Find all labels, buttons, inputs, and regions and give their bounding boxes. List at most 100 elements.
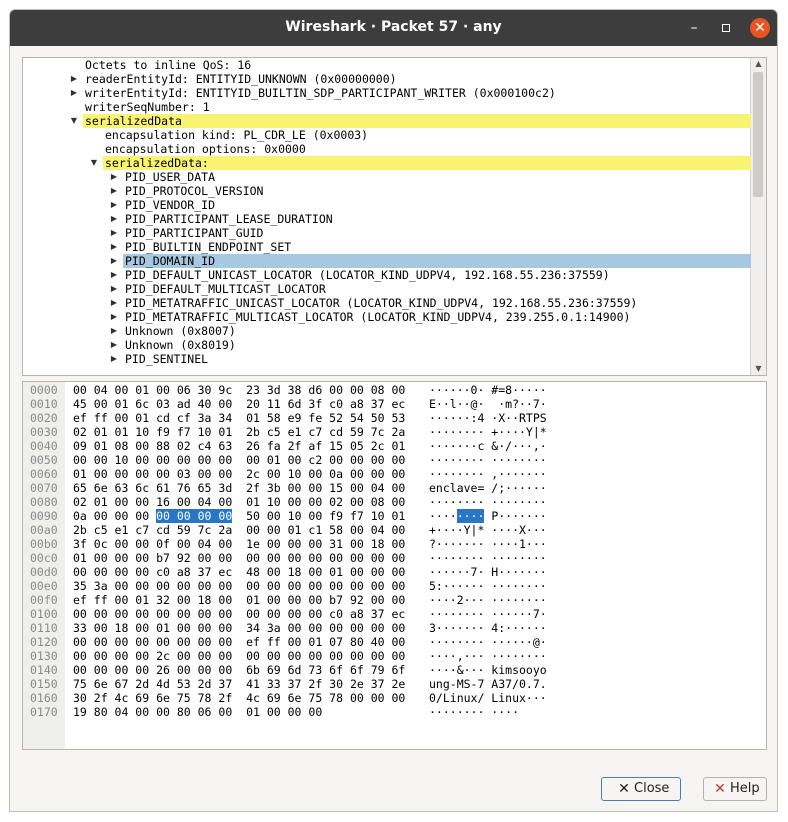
tree-row[interactable]: ▼ serializedData: [23, 156, 751, 170]
ascii-text[interactable]: ····&··· kimsooyo [429, 663, 547, 677]
hex-row[interactable]: 00e0 35 3a 00 00 00 00 00 00 00 00 00 00 … [23, 579, 743, 593]
help-button[interactable]: ✕ Help [703, 777, 767, 801]
tree-row[interactable]: ▶ writerEntityId: ENTITYID_BUILTIN_SDP_PA… [23, 86, 751, 100]
tree-row[interactable]: encapsulation kind: PL_CDR_LE (0x0003) [23, 128, 751, 142]
tree-row[interactable]: ▶ PID_PARTICIPANT_LEASE_DURATION [23, 212, 751, 226]
collapse-arrow-icon[interactable]: ▶ [109, 324, 119, 338]
collapse-arrow-icon[interactable]: ▶ [109, 352, 119, 366]
scroll-down-icon[interactable]: ▼ [751, 363, 766, 375]
tree-row[interactable]: ▶ PID_DOMAIN_ID [23, 254, 751, 268]
minimize-button[interactable]: – [684, 18, 704, 38]
tree-row[interactable]: encapsulation options: 0x0000 [23, 142, 751, 156]
tree-row[interactable]: ▶ readerEntityId: ENTITYID_UNKNOWN (0x000… [23, 72, 751, 86]
hex-row[interactable]: 00f0 ef ff 00 01 32 00 18 00 01 00 00 00 … [23, 593, 743, 607]
title-bar[interactable]: Wireshark · Packet 57 · any – ✕ [10, 10, 777, 46]
scroll-up-icon[interactable]: ▲ [751, 58, 766, 70]
hex-row[interactable]: 0010 45 00 01 6c 03 ad 40 00 20 11 6d 3f … [23, 397, 743, 411]
hex-bytes[interactable]: 2b c5 e1 c7 cd 59 7c 2a 00 00 01 c1 58 0… [73, 523, 405, 537]
hex-bytes[interactable]: 30 2f 4c 69 6e 75 78 2f 4c 69 6e 75 78 0… [73, 691, 405, 705]
hex-bytes[interactable]: 02 01 01 10 f9 f7 10 01 2b c5 e1 c7 cd 5… [73, 425, 405, 439]
collapse-arrow-icon[interactable]: ▶ [109, 226, 119, 240]
tree-scrollbar[interactable]: ▲ ▼ [750, 58, 766, 375]
tree-row[interactable]: ▶ PID_METATRAFFIC_MULTICAST_LOCATOR (LOCA… [23, 310, 751, 324]
hex-row[interactable]: 0120 00 00 00 00 00 00 00 00 ef ff 00 01 … [23, 635, 743, 649]
tree-row[interactable]: Octets to inline QoS: 16 [23, 58, 751, 72]
hex-bytes[interactable]: 45 00 01 6c 03 ad 40 00 20 11 6d 3f c0 a… [73, 397, 405, 411]
ascii-text[interactable]: ········ ······7· [429, 607, 547, 621]
collapse-arrow-icon[interactable]: ▶ [109, 268, 119, 282]
ascii-text[interactable]: ·······c &·/···,· [429, 439, 547, 453]
hex-bytes[interactable]: 00 00 00 00 00 00 00 00 00 00 00 00 c0 a… [73, 607, 405, 621]
hex-bytes[interactable]: 33 00 18 00 01 00 00 00 34 3a 00 00 00 0… [73, 621, 405, 635]
hex-row[interactable]: 0040 09 01 08 00 88 02 c4 63 26 fa 2f af … [23, 439, 743, 453]
hex-bytes[interactable]: 00 00 00 00 c0 a8 37 ec 48 00 18 00 01 0… [73, 565, 405, 579]
ascii-text[interactable]: +····Y|* ····X··· [429, 523, 547, 537]
collapse-arrow-icon[interactable]: ▶ [109, 310, 119, 324]
tree-row[interactable]: ▶ PID_BUILTIN_ENDPOINT_SET [23, 240, 751, 254]
hex-bytes[interactable]: 19 80 04 00 00 80 06 00 01 00 00 00 [73, 705, 322, 719]
tree-row[interactable]: ▶ PID_SENTINEL [23, 352, 751, 366]
hex-bytes[interactable]: 0a 00 00 00 00 00 00 00 50 00 10 00 f9 f… [73, 509, 405, 523]
hex-row[interactable]: 0090 0a 00 00 00 00 00 00 00 50 00 10 00 … [23, 509, 743, 523]
hex-bytes[interactable]: 09 01 08 00 88 02 c4 63 26 fa 2f af 15 0… [73, 439, 405, 453]
tree-row[interactable]: ▶ PID_PARTICIPANT_GUID [23, 226, 751, 240]
ascii-text[interactable]: ······:4 ·X··RTPS [429, 411, 547, 425]
ascii-text[interactable]: ········ P······· [429, 509, 547, 523]
hex-row[interactable]: 0100 00 00 00 00 00 00 00 00 00 00 00 00 … [23, 607, 743, 621]
tree-row[interactable]: ▼ serializedData [23, 114, 751, 128]
tree-row[interactable]: ▶ PID_PROTOCOL_VERSION [23, 184, 751, 198]
maximize-button[interactable] [716, 18, 736, 38]
ascii-text[interactable]: ····2··· ········ [429, 593, 547, 607]
ascii-text[interactable]: ········ ········ [429, 551, 547, 565]
ascii-text[interactable]: ······7· H······· [429, 565, 547, 579]
collapse-arrow-icon[interactable]: ▶ [69, 86, 79, 100]
close-button[interactable]: ✕ Close [601, 777, 681, 801]
hex-bytes[interactable]: 00 04 00 01 00 06 30 9c 23 3d 38 d6 00 0… [73, 383, 405, 397]
collapse-arrow-icon[interactable]: ▶ [109, 254, 119, 268]
hex-bytes[interactable]: 75 6e 67 2d 4d 53 2d 37 41 33 37 2f 30 2… [73, 677, 405, 691]
hex-row[interactable]: 0160 30 2f 4c 69 6e 75 78 2f 4c 69 6e 75 … [23, 691, 743, 705]
hex-row[interactable]: 0050 00 00 10 00 00 00 00 00 00 01 00 c2 … [23, 453, 743, 467]
hex-bytes[interactable]: 35 3a 00 00 00 00 00 00 00 00 00 00 00 0… [73, 579, 405, 593]
hex-row[interactable]: 0170 19 80 04 00 00 80 06 00 01 00 00 00 ·… [23, 705, 743, 719]
hex-row[interactable]: 0030 02 01 01 10 f9 f7 10 01 2b c5 e1 c7 … [23, 425, 743, 439]
ascii-text[interactable]: 3······· 4:······ [429, 621, 547, 635]
hex-bytes[interactable]: 00 00 00 00 2c 00 00 00 00 00 00 00 00 0… [73, 649, 405, 663]
hex-row[interactable]: 0110 33 00 18 00 01 00 00 00 34 3a 00 00 … [23, 621, 743, 635]
hex-bytes[interactable]: 02 01 00 00 16 00 04 00 01 10 00 00 02 0… [73, 495, 405, 509]
hex-bytes[interactable]: 65 6e 63 6c 61 76 65 3d 2f 3b 00 00 15 0… [73, 481, 405, 495]
tree-row[interactable]: ▶ PID_DEFAULT_UNICAST_LOCATOR (LOCATOR_KI… [23, 268, 751, 282]
ascii-text[interactable]: ?······· ····1··· [429, 537, 547, 551]
hex-bytes[interactable]: 00 00 00 00 26 00 00 00 6b 69 6d 73 6f 6… [73, 663, 405, 677]
hex-bytes[interactable]: ef ff 00 01 32 00 18 00 01 00 00 00 b7 9… [73, 593, 405, 607]
hex-row[interactable]: 0070 65 6e 63 6c 61 76 65 3d 2f 3b 00 00 … [23, 481, 743, 495]
hex-bytes[interactable]: 3f 0c 00 00 0f 00 04 00 1e 00 00 00 31 0… [73, 537, 405, 551]
expand-arrow-icon[interactable]: ▼ [89, 156, 99, 170]
ascii-text[interactable]: ········ ········ [429, 453, 547, 467]
collapse-arrow-icon[interactable]: ▶ [109, 212, 119, 226]
collapse-arrow-icon[interactable]: ▶ [109, 198, 119, 212]
collapse-arrow-icon[interactable]: ▶ [109, 240, 119, 254]
ascii-text[interactable]: 0/Linux/ Linux··· [429, 691, 547, 705]
hex-bytes[interactable]: 00 00 10 00 00 00 00 00 00 01 00 c2 00 0… [73, 453, 405, 467]
expand-arrow-icon[interactable]: ▼ [69, 114, 79, 128]
hex-bytes[interactable]: 00 00 00 00 00 00 00 00 ef ff 00 01 07 8… [73, 635, 405, 649]
close-window-button[interactable]: ✕ [750, 18, 770, 38]
packet-bytes-pane[interactable]: 0000 00 04 00 01 00 06 30 9c 23 3d 38 d6 … [22, 381, 767, 750]
hex-row[interactable]: 0150 75 6e 67 2d 4d 53 2d 37 41 33 37 2f … [23, 677, 743, 691]
hex-bytes[interactable]: 01 00 00 00 00 03 00 00 2c 00 10 00 0a 0… [73, 467, 405, 481]
collapse-arrow-icon[interactable]: ▶ [109, 338, 119, 352]
hex-row[interactable]: 0060 01 00 00 00 00 03 00 00 2c 00 10 00 … [23, 467, 743, 481]
hex-bytes[interactable]: 01 00 00 00 b7 92 00 00 00 00 00 00 00 0… [73, 551, 405, 565]
tree-row[interactable]: writerSeqNumber: 1 [23, 100, 751, 114]
tree-row[interactable]: ▶ PID_METATRAFFIC_UNICAST_LOCATOR (LOCATO… [23, 296, 751, 310]
hex-row[interactable]: 00b0 3f 0c 00 00 0f 00 04 00 1e 00 00 00 … [23, 537, 743, 551]
hex-row[interactable]: 00d0 00 00 00 00 c0 a8 37 ec 48 00 18 00 … [23, 565, 743, 579]
ascii-text[interactable]: ········ ···· [429, 705, 519, 719]
ascii-text[interactable]: ······0· #=8····· [429, 383, 547, 397]
tree-row[interactable]: ▶ Unknown (0x8007) [23, 324, 751, 338]
collapse-arrow-icon[interactable]: ▶ [109, 282, 119, 296]
ascii-text[interactable]: 5:······ ········ [429, 579, 547, 593]
packet-details-tree[interactable]: ▲ ▼ Octets to inline QoS: 16 ▶ readerEntit… [22, 57, 767, 376]
hex-row[interactable]: 0000 00 04 00 01 00 06 30 9c 23 3d 38 d6 … [23, 383, 743, 397]
